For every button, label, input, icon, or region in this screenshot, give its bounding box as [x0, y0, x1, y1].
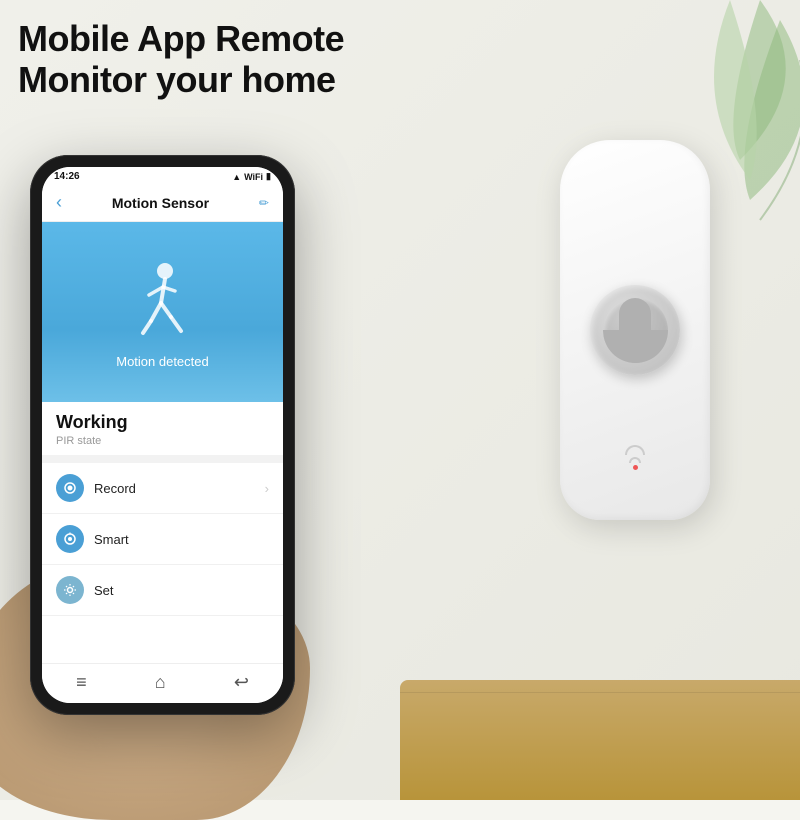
- sensor-lens: [590, 285, 680, 375]
- wood-grain: [400, 692, 800, 693]
- smart-icon: [56, 525, 84, 553]
- menu-list: Record › Smart: [42, 463, 283, 663]
- sensor-segments: [603, 298, 668, 363]
- motion-detected-text: Motion detected: [116, 354, 209, 369]
- working-status: Working: [56, 412, 269, 433]
- status-icons: ▲ WiFi ▮: [232, 171, 271, 182]
- motion-sensor-device: [560, 140, 720, 580]
- app-title: Motion Sensor: [112, 195, 209, 211]
- wifi-dot: [633, 465, 638, 470]
- menu-item-set[interactable]: Set: [42, 565, 283, 616]
- status-card: Working PIR state: [42, 402, 283, 463]
- set-label: Set: [94, 583, 269, 598]
- status-bar: 14:26 ▲ WiFi ▮: [42, 167, 283, 186]
- motion-figure: [128, 256, 198, 346]
- chevron-right-icon: ›: [265, 481, 269, 496]
- back-button[interactable]: ‹: [56, 192, 62, 213]
- wifi-arc-large: [625, 445, 645, 455]
- record-label: Record: [94, 481, 255, 496]
- phone-screen: 14:26 ▲ WiFi ▮ ‹ Motion Sensor ✏: [42, 167, 283, 703]
- phone-body: 14:26 ▲ WiFi ▮ ‹ Motion Sensor ✏: [30, 155, 295, 715]
- main-heading: Mobile App Remote Monitor your home: [18, 18, 344, 101]
- sensor-inner: [603, 298, 668, 363]
- menu-nav-icon[interactable]: ≡: [76, 672, 87, 693]
- smart-label: Smart: [94, 532, 269, 547]
- phone-container: 14:26 ▲ WiFi ▮ ‹ Motion Sensor ✏: [30, 155, 295, 715]
- wifi-indicator: [625, 445, 645, 470]
- back-nav-icon[interactable]: ↩: [234, 672, 249, 693]
- record-icon: [56, 474, 84, 502]
- menu-item-record[interactable]: Record ›: [42, 463, 283, 514]
- app-header: ‹ Motion Sensor ✏: [42, 186, 283, 222]
- motion-detected-area: Motion detected: [42, 222, 283, 402]
- person-icon: [133, 261, 193, 341]
- sensor-segment-top: [619, 298, 652, 331]
- edit-button[interactable]: ✏: [259, 196, 269, 210]
- wood-surface: [400, 680, 800, 800]
- sensor-segment-left: [603, 330, 636, 363]
- device-body: [560, 140, 710, 520]
- wifi-arc-small: [629, 457, 641, 463]
- status-time: 14:26: [54, 171, 80, 182]
- heading-line1: Mobile App Remote: [18, 18, 344, 59]
- sensor-segment-right: [635, 330, 668, 363]
- menu-item-smart[interactable]: Smart: [42, 514, 283, 565]
- settings-icon: [56, 576, 84, 604]
- phone-nav-bar: ≡ ⌂ ↩: [42, 663, 283, 703]
- pir-state-label: PIR state: [56, 435, 269, 447]
- home-nav-icon[interactable]: ⌂: [155, 672, 166, 693]
- signal-icon: ▲: [232, 172, 241, 182]
- battery-icon: ▮: [266, 171, 271, 182]
- wifi-icon: WiFi: [244, 172, 263, 182]
- heading-line2: Monitor your home: [18, 59, 344, 100]
